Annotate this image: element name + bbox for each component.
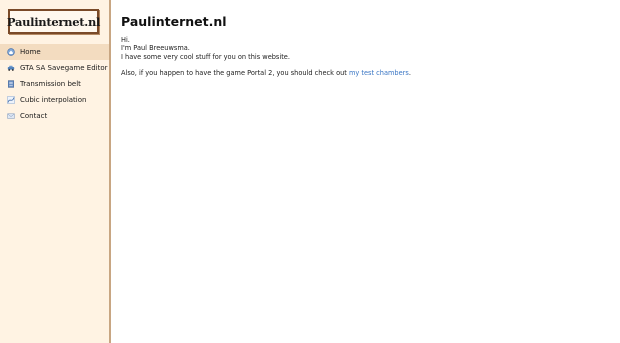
page-title: Paulinternet.nl	[121, 14, 227, 29]
sidebar-item-transmission-belt[interactable]: Transmission belt	[0, 76, 109, 92]
portal-text: Also, if you happen to have the game Por…	[121, 69, 349, 78]
sidebar-item-label: Cubic interpolation	[20, 96, 87, 104]
greeting-text: Hi.	[121, 36, 130, 44]
test-chambers-link[interactable]: my test chambers	[349, 69, 409, 77]
sidebar-item-gta-sa-savegame-editor[interactable]: GTA SA Savegame Editor	[0, 60, 109, 76]
description-text: I have some very cool stuff for you on t…	[121, 52, 290, 61]
intro-text: I'm Paul Breeuwsma.	[121, 44, 190, 53]
portal-text-end: .	[408, 69, 411, 78]
sidebar-item-home[interactable]: Home	[0, 44, 109, 60]
site-logo-text: Paulinternet.nl	[6, 14, 101, 29]
portal-paragraph: Also, if you happen to have the game Por…	[121, 69, 612, 77]
main-content: Paulinternet.nl Hi. I'm Paul Breeuwsma. …	[121, 14, 612, 77]
sidebar-item-label: Home	[20, 48, 41, 56]
sidebar-item-contact[interactable]: Contact	[0, 108, 109, 124]
mail-icon	[7, 112, 15, 120]
document-icon	[7, 80, 15, 88]
site-logo[interactable]: Paulinternet.nl	[6, 9, 101, 34]
curve-icon	[7, 96, 15, 104]
car-icon	[7, 64, 15, 72]
sidebar-item-label: Transmission belt	[20, 80, 81, 88]
sidebar-item-cubic-interpolation[interactable]: Cubic interpolation	[0, 92, 109, 108]
home-icon	[7, 48, 15, 56]
sidebar-item-label: GTA SA Savegame Editor	[20, 64, 108, 72]
sidebar: Paulinternet.nl Home GTA SA Savegame Edi…	[0, 0, 111, 343]
sidebar-item-label: Contact	[20, 112, 48, 120]
sidebar-nav: Home GTA SA Savegame Editor Transmission…	[0, 44, 109, 124]
